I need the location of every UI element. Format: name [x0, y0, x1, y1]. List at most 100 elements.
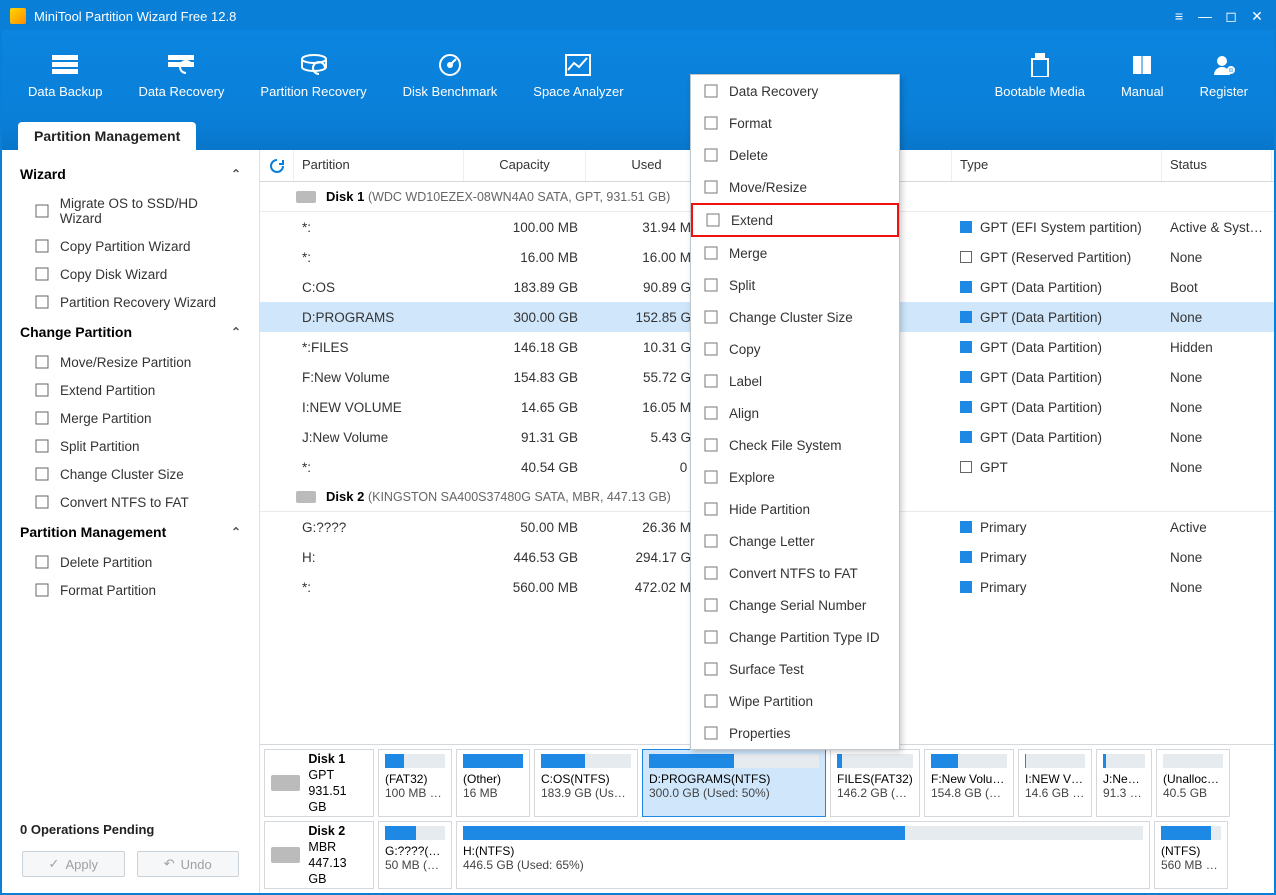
toolbar-data-recovery[interactable]: Data Recovery	[120, 44, 242, 107]
toolbar-register[interactable]: Register	[1182, 44, 1266, 107]
context-menu-item[interactable]: Align	[691, 397, 899, 429]
context-menu-item[interactable]: Format	[691, 107, 899, 139]
context-menu-item[interactable]: Delete	[691, 139, 899, 171]
menu-item-icon	[703, 725, 719, 741]
type-color-icon	[960, 521, 972, 533]
partition-map-size: 154.8 GB (Used: 36%)	[931, 786, 1007, 800]
toolbar-label: Space Analyzer	[533, 84, 623, 99]
disk-map-partition[interactable]: (Other)16 MB	[456, 749, 530, 817]
context-menu-item[interactable]: Split	[691, 269, 899, 301]
toolbar-disk-benchmark[interactable]: Disk Benchmark	[385, 44, 516, 107]
context-menu-item[interactable]: Explore	[691, 461, 899, 493]
disk-map-partition[interactable]: I:NEW VOLUME14.6 GB (Used: 0%)	[1018, 749, 1092, 817]
sidebar-item[interactable]: Copy Disk Wizard	[2, 260, 259, 288]
sidebar-item-label: Convert NTFS to FAT	[60, 495, 189, 510]
sidebar-item[interactable]: Merge Partition	[2, 404, 259, 432]
disk-map-partition[interactable]: FILES(FAT32)146.2 GB (Used: 7%)	[830, 749, 920, 817]
maximize-button[interactable]: ◻	[1222, 7, 1240, 25]
disk-map-partition[interactable]: H:(NTFS)446.5 GB (Used: 65%)	[456, 821, 1150, 889]
disk-map-partition[interactable]: (Unallocated)40.5 GB	[1156, 749, 1230, 817]
context-menu-item[interactable]: Merge	[691, 237, 899, 269]
refresh-button[interactable]	[260, 150, 294, 181]
toolbar-partition-recovery[interactable]: Partition Recovery	[242, 44, 384, 107]
context-menu-item[interactable]: Hide Partition	[691, 493, 899, 525]
partition-map-size: 183.9 GB (Used: 49%)	[541, 786, 631, 800]
partition-map-label: (Other)	[463, 772, 523, 786]
disk-map-partition[interactable]: G:????(NTFS)50 MB (Used: 52%)	[378, 821, 452, 889]
context-menu-item[interactable]: Wipe Partition	[691, 685, 899, 717]
col-status[interactable]: Status	[1162, 150, 1272, 181]
menu-item-icon	[703, 245, 719, 261]
disk-map-partition[interactable]: J:New Volume91.3 GB	[1096, 749, 1152, 817]
disk-map-header[interactable]: Disk 1GPT931.51 GB	[264, 749, 374, 817]
close-button[interactable]: ✕	[1248, 7, 1266, 25]
window-title: MiniTool Partition Wizard Free 12.8	[34, 9, 1162, 24]
minimize-button[interactable]: ―	[1196, 7, 1214, 25]
toolbar-bootable-media[interactable]: Bootable Media	[977, 44, 1103, 107]
disk-map-partition[interactable]: C:OS(NTFS)183.9 GB (Used: 49%)	[534, 749, 638, 817]
sidebar-item[interactable]: Extend Partition	[2, 376, 259, 404]
context-menu-item[interactable]: Change Cluster Size	[691, 301, 899, 333]
sidebar-group-header[interactable]: Change Partition⌃	[2, 316, 259, 348]
context-menu-item[interactable]: Change Serial Number	[691, 589, 899, 621]
disk-map-partition[interactable]: (NTFS)560 MB (Used: 84%)	[1154, 821, 1228, 889]
context-menu-item[interactable]: Extend	[691, 203, 899, 237]
disk-map-partition[interactable]: F:New Volume(NTFS)154.8 GB (Used: 36%)	[924, 749, 1014, 817]
context-menu[interactable]: Data RecoveryFormatDeleteMove/ResizeExte…	[690, 74, 900, 750]
sidebar-item[interactable]: Convert NTFS to FAT	[2, 488, 259, 516]
toolbar-data-backup[interactable]: Data Backup	[10, 44, 120, 107]
disk-map-partition[interactable]: D:PROGRAMS(NTFS)300.0 GB (Used: 50%)	[642, 749, 826, 817]
partition-capacity: 560.00 MB	[464, 580, 586, 595]
toolbar-manual[interactable]: Manual	[1103, 44, 1182, 107]
toolbar-space-analyzer[interactable]: Space Analyzer	[515, 44, 641, 107]
partition-map-size: 100 MB (Used: 31%)	[385, 786, 445, 800]
partition-capacity: 183.89 GB	[464, 280, 586, 295]
partition-name: C:OS	[294, 280, 464, 295]
sidebar-item[interactable]: Copy Partition Wizard	[2, 232, 259, 260]
sidebar-item-label: Split Partition	[60, 439, 140, 454]
sidebar-item[interactable]: Format Partition	[2, 576, 259, 604]
sidebar-item-label: Copy Disk Wizard	[60, 267, 167, 282]
context-menu-item[interactable]: Properties	[691, 717, 899, 749]
usage-bar	[463, 826, 1143, 840]
undo-button[interactable]: ↶Undo	[137, 851, 240, 877]
sidebar-item[interactable]: Split Partition	[2, 432, 259, 460]
toolbar-label: Data Recovery	[138, 84, 224, 99]
menu-item-icon	[703, 309, 719, 325]
context-menu-item[interactable]: Change Partition Type ID	[691, 621, 899, 653]
menu-icon[interactable]: ≡	[1170, 7, 1188, 25]
sidebar-item[interactable]: Delete Partition	[2, 548, 259, 576]
partition-map-label: G:????(NTFS)	[385, 844, 445, 858]
partition-map-size: 446.5 GB (Used: 65%)	[463, 858, 1143, 872]
context-menu-item[interactable]: Check File System	[691, 429, 899, 461]
apply-button[interactable]: ✓Apply	[22, 851, 125, 877]
sidebar-item[interactable]: Migrate OS to SSD/HD Wizard	[2, 190, 259, 232]
type-color-icon	[960, 251, 972, 263]
action-icon	[34, 266, 50, 282]
sidebar-item[interactable]: Move/Resize Partition	[2, 348, 259, 376]
sidebar-item[interactable]: Partition Recovery Wizard	[2, 288, 259, 316]
col-type[interactable]: Type	[952, 150, 1162, 181]
col-partition[interactable]: Partition	[294, 150, 464, 181]
col-capacity[interactable]: Capacity	[464, 150, 586, 181]
context-menu-item[interactable]: Move/Resize	[691, 171, 899, 203]
context-menu-item[interactable]: Change Letter	[691, 525, 899, 557]
menu-item-label: Split	[729, 278, 755, 293]
partition-name: G:????	[294, 520, 464, 535]
context-menu-item[interactable]: Data Recovery	[691, 75, 899, 107]
partition-status: Boot	[1162, 280, 1272, 295]
partition-map-label: C:OS(NTFS)	[541, 772, 631, 786]
app-window: MiniTool Partition Wizard Free 12.8 ≡ ― …	[0, 0, 1276, 895]
tab-partition-management[interactable]: Partition Management	[18, 122, 196, 150]
sidebar-group-header[interactable]: Partition Management⌃	[2, 516, 259, 548]
disk-map-partition[interactable]: (FAT32)100 MB (Used: 31%)	[378, 749, 452, 817]
context-menu-item[interactable]: Convert NTFS to FAT	[691, 557, 899, 589]
sidebar-group-header[interactable]: Wizard⌃	[2, 158, 259, 190]
partition-map-label: (FAT32)	[385, 772, 445, 786]
context-menu-item[interactable]: Label	[691, 365, 899, 397]
disk-map-header[interactable]: Disk 2MBR447.13 GB	[264, 821, 374, 889]
sidebar-item[interactable]: Change Cluster Size	[2, 460, 259, 488]
disk-icon	[271, 847, 300, 863]
context-menu-item[interactable]: Surface Test	[691, 653, 899, 685]
context-menu-item[interactable]: Copy	[691, 333, 899, 365]
